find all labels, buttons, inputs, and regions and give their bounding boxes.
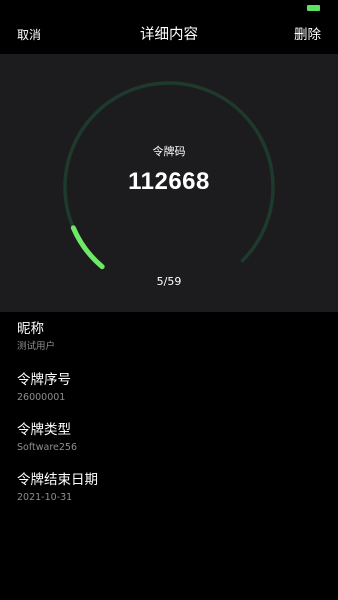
- detail-label: 令牌序号: [17, 372, 71, 388]
- detail-value: 测试用户: [17, 341, 56, 352]
- token-panel: 令牌码 112668 5/59: [0, 54, 338, 312]
- page-title: 详细内容: [140, 27, 198, 43]
- detail-token-end-date: 令牌结束日期 2021-10-31: [17, 471, 317, 511]
- battery-icon: [307, 5, 320, 11]
- token-code: 112668: [128, 168, 210, 195]
- detail-value: 2021-10-31: [17, 492, 73, 503]
- delete-button[interactable]: 删除: [294, 25, 321, 45]
- status-bar: [0, 0, 338, 16]
- detail-value: 26000001: [17, 392, 66, 403]
- token-countdown: 5/59: [156, 275, 182, 288]
- detail-label: 昵称: [17, 321, 44, 337]
- detail-label: 令牌结束日期: [17, 472, 98, 488]
- detail-label: 令牌类型: [17, 422, 71, 438]
- detail-nickname: 昵称 测试用户: [17, 320, 317, 360]
- countdown-ring-progress: [70, 225, 105, 270]
- navigation-bar: 取消 详细内容 删除: [0, 16, 338, 54]
- token-code-label: 令牌码: [152, 145, 186, 158]
- detail-value: Software256: [17, 442, 78, 453]
- detail-token-type: 令牌类型 Software256: [17, 421, 317, 461]
- detail-token-serial: 令牌序号 26000001: [17, 371, 317, 411]
